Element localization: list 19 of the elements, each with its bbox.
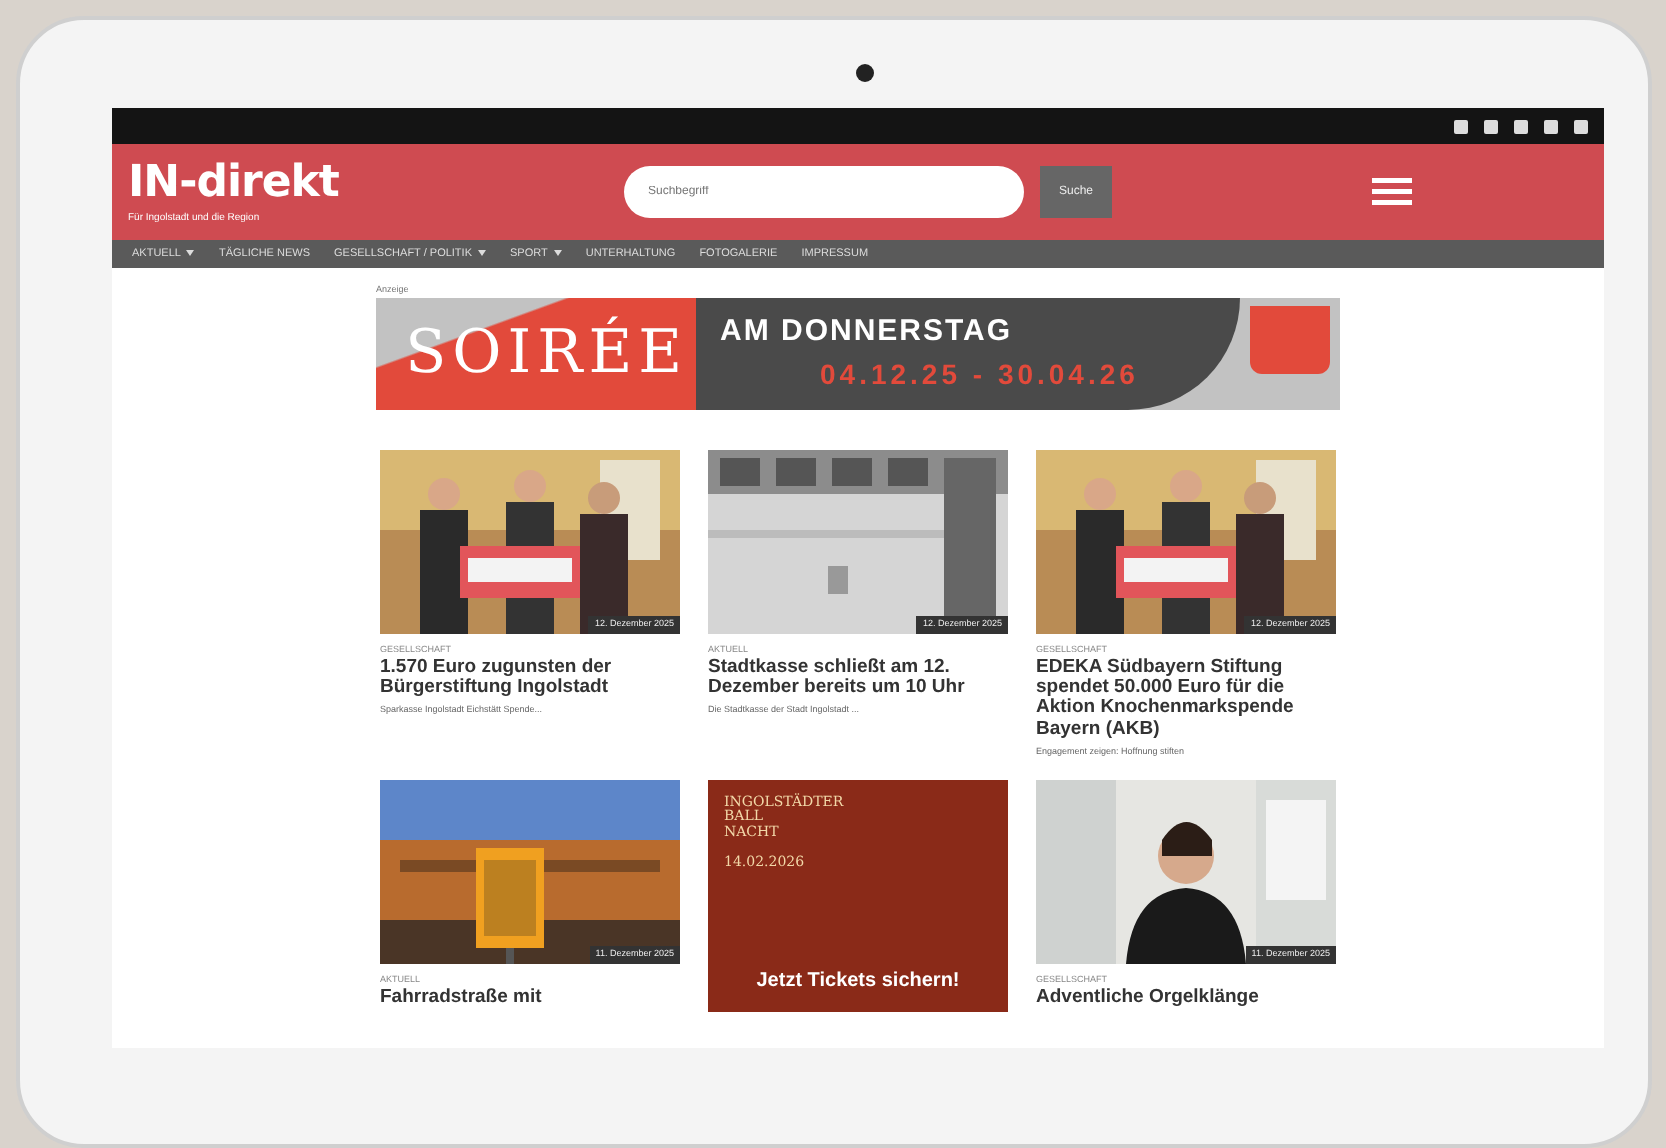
camera-icon	[856, 64, 874, 82]
logo[interactable]: IN-direkt	[128, 161, 624, 205]
social-icon[interactable]	[1514, 119, 1528, 133]
article-title[interactable]: Fahrradstraße mit	[380, 987, 680, 1009]
article-title[interactable]: 1.570 Euro zugunsten der Bürgerstiftung Ingolstadt	[380, 657, 680, 699]
ad-subline: AM DONNERSTAG	[720, 311, 1015, 352]
menu-icon[interactable]	[1372, 178, 1412, 206]
ad-cta: Jetzt Tickets sichern!	[754, 968, 962, 996]
video-icon[interactable]	[1484, 119, 1498, 133]
bank-logo-icon	[1250, 305, 1330, 374]
social-icon[interactable]	[1574, 119, 1588, 133]
ad-banner[interactable]: SOIRÉE AM DONNERSTAG 04.12.25 - 30.04.26	[376, 297, 1340, 410]
article-title[interactable]: Stadtkasse schließt am 12. Dezember bereits um 10 Uhr	[708, 657, 1008, 699]
ad-headline: SOIRÉE	[405, 314, 688, 393]
social-icon[interactable]	[1544, 119, 1558, 133]
social-icon[interactable]	[1454, 119, 1468, 133]
article-title[interactable]: Adventliche Orgelklänge	[1036, 987, 1336, 1009]
ad-dates: 04.12.25 - 30.04.26	[820, 356, 1141, 395]
article-title[interactable]: EDEKA Südbayern Stiftung spendet 50.000 Euro für die Aktion Knochenmarkspende Bayern (AKB)	[1036, 657, 1336, 741]
